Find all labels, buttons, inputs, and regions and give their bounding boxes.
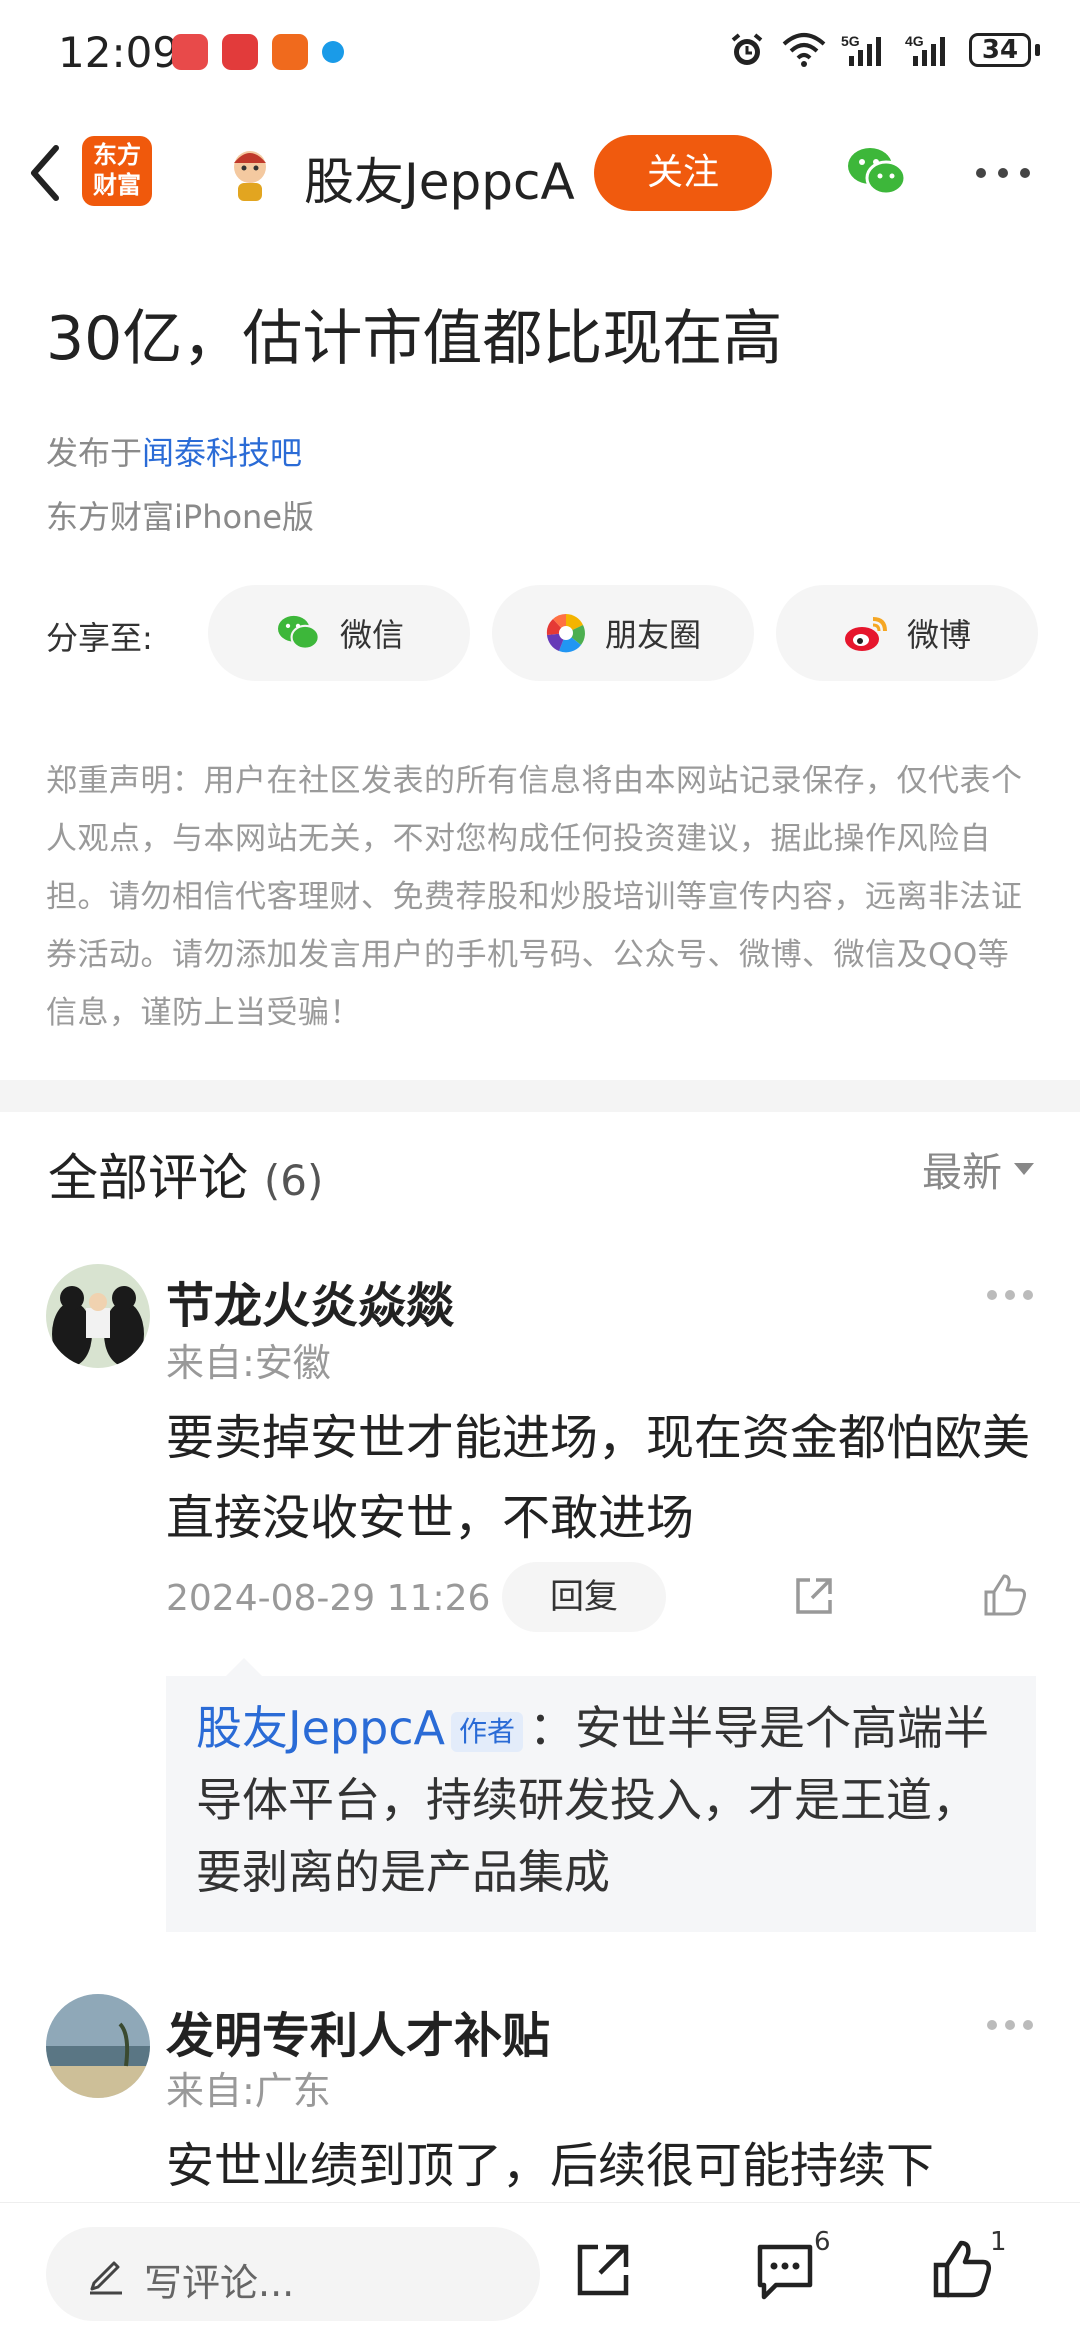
author-badge: 作者 — [451, 1711, 524, 1752]
comment-date: 2024-08-29 11:26 — [166, 1578, 491, 1619]
commenter-location: 来自:广东 — [166, 2069, 331, 2113]
write-comment-input[interactable]: 写评论... — [46, 2227, 540, 2321]
commenter-avatar-image — [46, 1264, 150, 1368]
like-count-badge: 1 — [990, 2227, 1007, 2257]
back-arrow-icon[interactable] — [22, 138, 70, 208]
reply-author-name[interactable]: 股友JeppcA — [196, 1701, 445, 1755]
commenter-name[interactable]: 节龙火炎焱燚 — [166, 1266, 454, 1336]
reply-notch — [226, 1658, 262, 1676]
section-divider — [0, 1080, 1080, 1112]
wifi-icon — [782, 33, 826, 67]
share-label: 分享至: — [46, 619, 153, 657]
follow-button[interactable]: 关注 — [594, 135, 772, 211]
signal-5g-icon: 5G — [841, 33, 881, 66]
clock: 12:09 — [58, 28, 180, 77]
share-weibo-label: 微博 — [906, 616, 971, 654]
bottom-action-bar: 写评论... 6 1 — [0, 2202, 1080, 2341]
comment-text: 要卖掉安世才能进场，现在资金都怕欧美直接没收安世，不敢进场 — [166, 1410, 1031, 1546]
signal-4g-icon: 4G — [905, 33, 945, 66]
author-avatar-icon[interactable] — [222, 143, 278, 203]
like-icon[interactable] — [982, 1572, 1028, 1618]
comment-more-icon[interactable] — [986, 2018, 1034, 2032]
author-reply: 股友JeppcA 作者 ：安世半导是个高端半导体平台，持续研发投入，才是王道，要剥离… — [196, 1692, 1016, 1908]
commenter-avatar-image — [46, 1994, 150, 2098]
comment-more-icon[interactable] — [986, 1288, 1034, 1302]
comment-count-badge: 6 — [814, 2227, 831, 2257]
share-wechat-label: 微信 — [339, 616, 404, 654]
sort-label: 最新 — [922, 1150, 1002, 1196]
comments-title-label: 全部评论 — [48, 1149, 248, 1207]
system-icons: 5G 4G 34 — [727, 30, 1040, 70]
share-moments-button[interactable]: 朋友圈 — [492, 585, 754, 681]
commenter-avatar[interactable] — [46, 1994, 150, 2098]
pencil-icon — [90, 2261, 122, 2295]
weibo-icon — [844, 617, 887, 651]
sort-dropdown[interactable]: 最新 — [922, 1140, 1034, 1198]
svg-text:4G: 4G — [905, 33, 924, 49]
moments-icon — [546, 613, 585, 653]
disclaimer-text: 郑重声明：用户在社区发表的所有信息将由本网站记录保存，仅代表个人观点，与本网站无… — [46, 763, 1023, 1031]
comment-icon[interactable] — [754, 2241, 816, 2301]
forum-link[interactable]: 闻泰科技吧 — [142, 434, 302, 472]
status-bar: 12:09 5G 4G 34 — [0, 0, 1080, 108]
paper-plane-app-icon — [272, 34, 308, 70]
published-prefix: 发布于 — [46, 434, 143, 472]
author-name[interactable]: 股友JeppcA — [304, 142, 575, 214]
commenter-name[interactable]: 发明专利人才补贴 — [166, 1996, 550, 2066]
share-row: 分享至: 微信 朋友圈 微博 — [46, 585, 1046, 685]
battery-tip — [1035, 44, 1040, 56]
comment-text: 安世业绩到顶了，后续很可能持续下 — [166, 2138, 935, 2194]
post-title-tail: 30亿，估计市值都比现在高 — [46, 304, 783, 374]
globe-app-icon — [322, 41, 344, 63]
eastmoney-logo[interactable]: 东方 财富 — [82, 136, 152, 206]
post-header: 东方 财富 股友JeppcA 关注 — [0, 108, 1080, 238]
commenter-location: 来自:安徽 — [166, 1341, 331, 1385]
app-notification-icon — [172, 34, 208, 70]
svg-text:5G: 5G — [841, 33, 860, 49]
commenter-avatar[interactable] — [46, 1264, 150, 1368]
published-in: 发布于闻泰科技吧 — [46, 428, 302, 474]
battery-indicator: 34 — [969, 33, 1031, 67]
write-comment-placeholder: 写评论... — [144, 2261, 295, 2305]
comments-count: (6) — [263, 1156, 324, 1205]
share-wechat-button[interactable]: 微信 — [208, 585, 470, 681]
book-app-icon — [222, 34, 258, 70]
like-icon[interactable] — [930, 2237, 994, 2301]
comments-title: 全部评论 (6) — [48, 1138, 323, 1210]
share-icon[interactable] — [792, 1574, 836, 1618]
share-moments-label: 朋友圈 — [604, 616, 701, 654]
caret-down-icon — [1014, 1163, 1034, 1175]
client-source: 东方财富iPhone版 — [46, 498, 315, 536]
wechat-icon — [277, 615, 320, 650]
share-weibo-button[interactable]: 微博 — [776, 585, 1038, 681]
wechat-icon[interactable] — [844, 144, 908, 200]
reply-button[interactable]: 回复 — [502, 1562, 666, 1632]
more-icon[interactable] — [975, 158, 1031, 188]
notification-icons — [172, 34, 344, 70]
alarm-icon — [731, 33, 763, 65]
share-icon[interactable] — [572, 2239, 634, 2301]
